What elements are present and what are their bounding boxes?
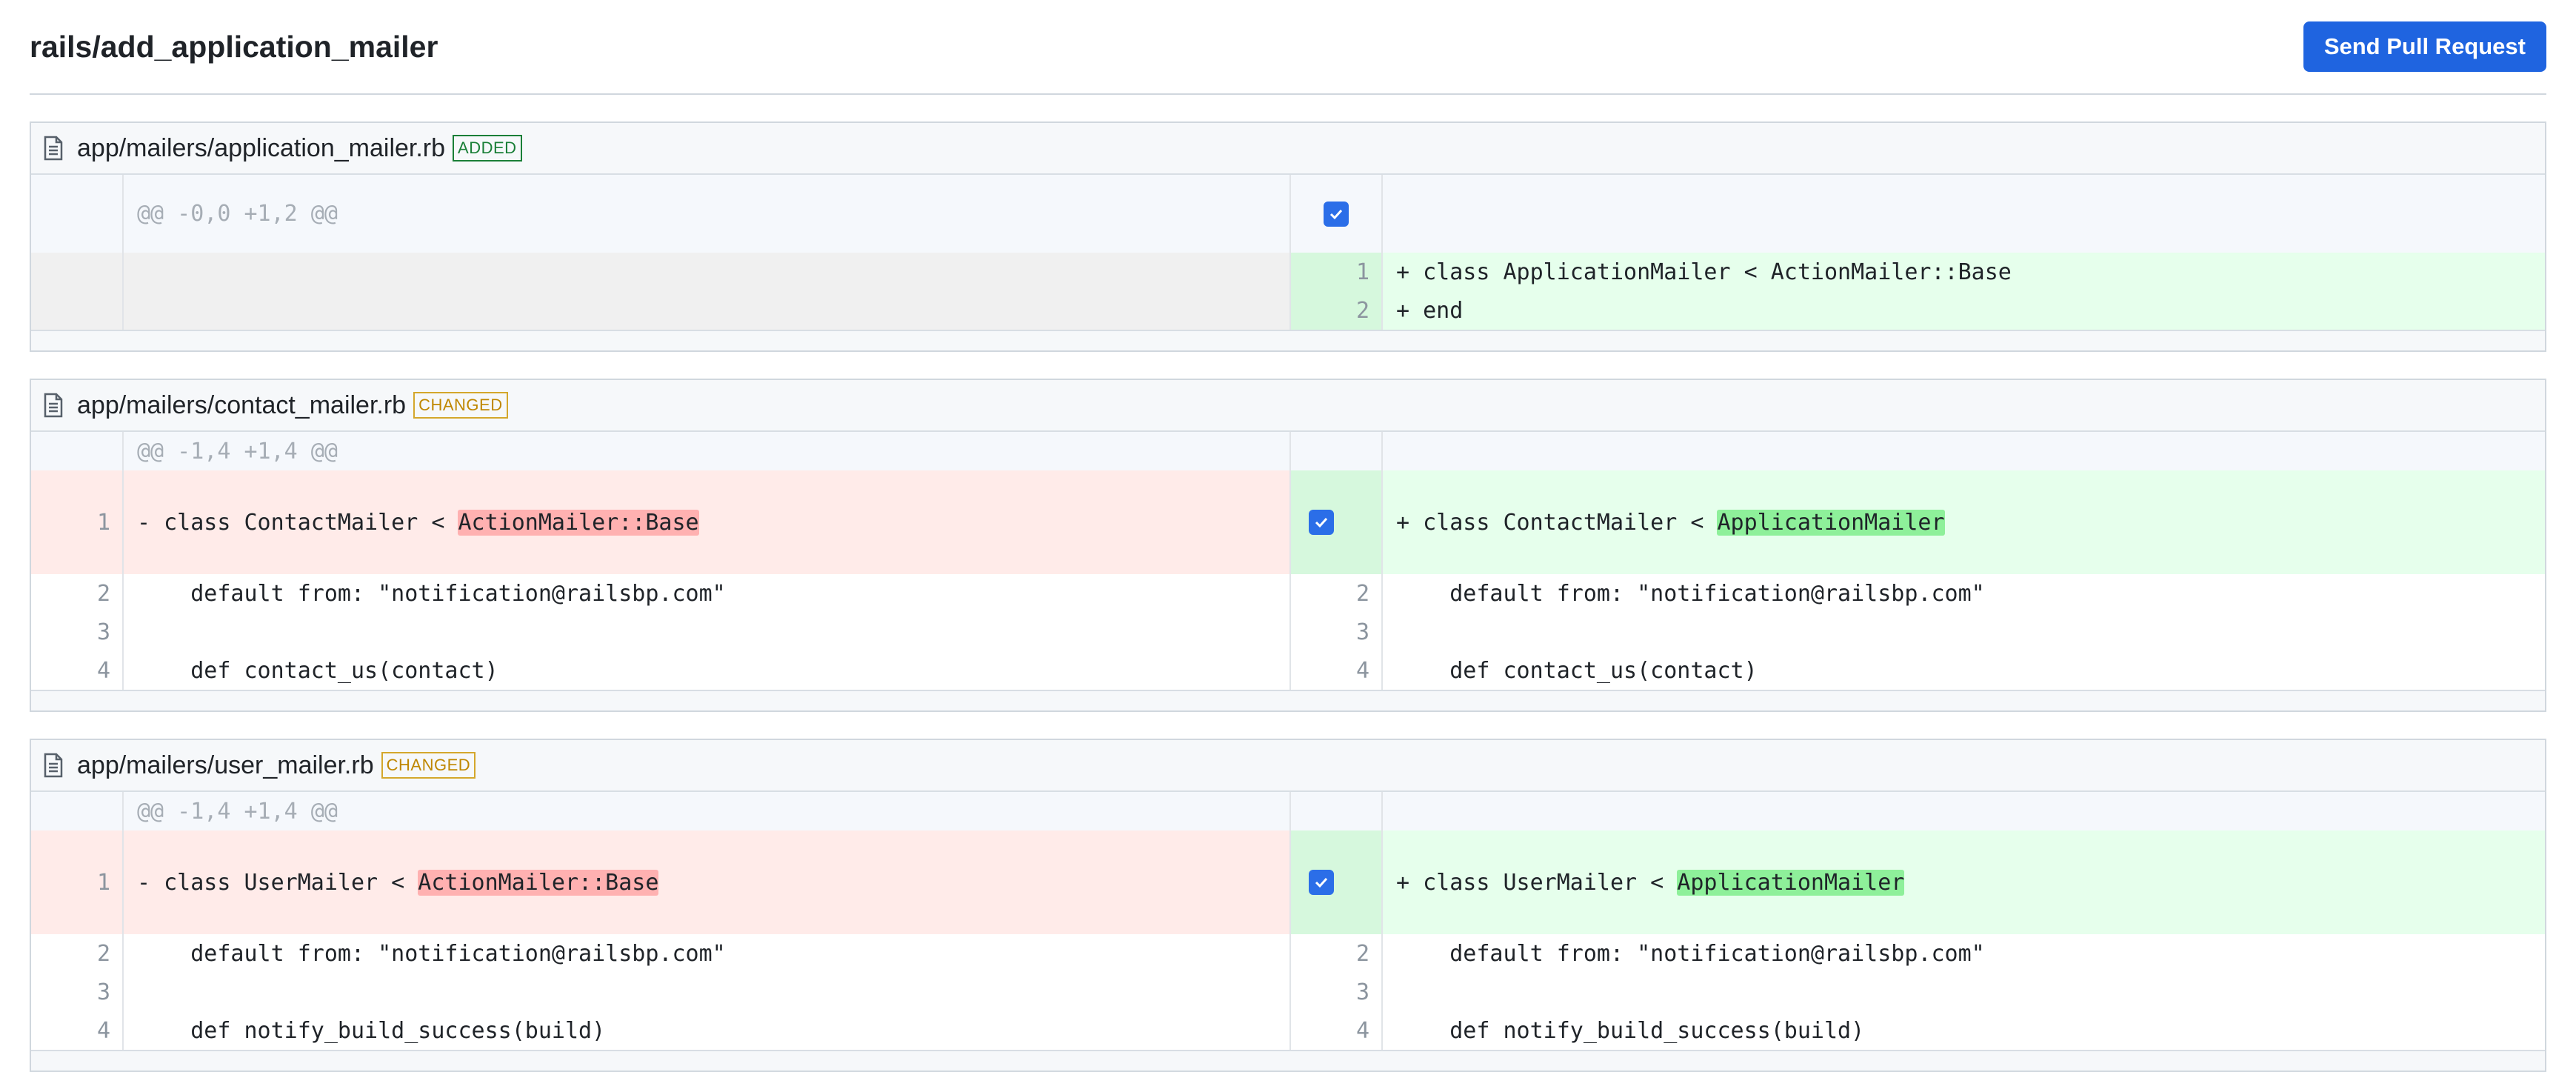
deleted-highlight: ActionMailer::Base (458, 509, 699, 536)
left-line-number: 3 (31, 973, 124, 1011)
left-code (123, 253, 1291, 291)
file-path[interactable]: app/mailers/application_mailer.rb (77, 134, 445, 163)
diff-row: 1 - class UserMailer < ActionMailer::Bas… (31, 830, 2545, 934)
right-code: + end (1382, 291, 2545, 330)
diff-row: 2 default from: "notification@railsbp.co… (31, 574, 2545, 613)
diff-row: 4 def notify_build_success(build) 4 def … (31, 1011, 2545, 1050)
left-code: default from: "notification@railsbp.com" (123, 934, 1291, 973)
left-code-prefix: - class ContactMailer < (137, 509, 458, 536)
hunk-header-row: @@ -1,4 +1,4 @@ (31, 432, 2545, 470)
hunk-header: @@ -1,4 +1,4 @@ (123, 792, 1291, 830)
right-code: + class ContactMailer < ApplicationMaile… (1382, 470, 2545, 574)
left-line-number (31, 291, 124, 330)
diff-table: @@ -1,4 +1,4 @@ 1 - class UserMailer < A… (31, 792, 2545, 1050)
file-footer (31, 690, 2545, 710)
left-line-number: 1 (31, 830, 124, 934)
file-diff: app/mailers/user_mailer.rb CHANGED @@ -1… (30, 739, 2546, 1072)
checkbox-checked-icon[interactable] (1309, 870, 1334, 895)
hunk-header-row: @@ -0,0 +1,2 @@ (31, 175, 2545, 253)
right-line-number: 2 (1290, 574, 1383, 613)
diff-row: 2 default from: "notification@railsbp.co… (31, 934, 2545, 973)
hunk-header: @@ -0,0 +1,2 @@ (123, 175, 1291, 253)
right-code (1382, 973, 2545, 1011)
diff-row: 4 def contact_us(contact) 4 def contact_… (31, 651, 2545, 690)
file-text-icon (43, 393, 64, 418)
right-line-number: 2 (1290, 934, 1383, 973)
left-line-number: 4 (31, 1011, 124, 1050)
page-header: rails/add_application_mailer Send Pull R… (30, 0, 2546, 95)
left-code (123, 291, 1291, 330)
file-text-icon (43, 753, 64, 778)
file-path[interactable]: app/mailers/contact_mailer.rb (77, 391, 406, 420)
hunk-header: @@ -1,4 +1,4 @@ (123, 432, 1291, 470)
file-path[interactable]: app/mailers/user_mailer.rb (77, 751, 374, 780)
right-line-number: 3 (1290, 613, 1383, 651)
status-badge: CHANGED (413, 392, 508, 419)
checkbox-checked-icon[interactable] (1324, 201, 1349, 227)
added-highlight: ApplicationMailer (1717, 509, 1945, 536)
right-line-number: 4 (1290, 651, 1383, 690)
right-line-number: 2 (1290, 291, 1383, 330)
diff-table: @@ -0,0 +1,2 @@ 1 + class ApplicationMai… (31, 175, 2545, 330)
diff-row: 3 3 (31, 973, 2545, 1011)
right-code-prefix: + class ContactMailer < (1396, 509, 1718, 536)
page-title: rails/add_application_mailer (30, 29, 438, 64)
left-line-number: 4 (31, 651, 124, 690)
left-line-number: 2 (31, 574, 124, 613)
send-pull-request-button[interactable]: Send Pull Request (2303, 21, 2546, 72)
left-code: - class UserMailer < ActionMailer::Base (123, 830, 1291, 934)
right-code: default from: "notification@railsbp.com" (1396, 580, 1985, 607)
diff-row: 3 3 (31, 613, 2545, 651)
right-line-number: 3 (1290, 973, 1383, 1011)
checkbox-checked-icon[interactable] (1309, 510, 1334, 535)
status-badge: CHANGED (381, 752, 476, 779)
right-line-number: 1 (1290, 253, 1383, 291)
file-header: app/mailers/contact_mailer.rb CHANGED (31, 380, 2545, 432)
right-code: + class ApplicationMailer < ActionMailer… (1382, 253, 2545, 291)
file-footer (31, 1050, 2545, 1071)
left-code: default from: "notification@railsbp.com" (123, 574, 1291, 613)
file-footer (31, 330, 2545, 350)
left-line-number (31, 253, 124, 291)
left-code-prefix: - class UserMailer < (137, 869, 418, 896)
right-code: def contact_us(contact) (1396, 657, 1758, 684)
diff-review-page: rails/add_application_mailer Send Pull R… (0, 0, 2576, 1072)
added-highlight: ApplicationMailer (1677, 869, 1905, 896)
hunk-header-row: @@ -1,4 +1,4 @@ (31, 792, 2545, 830)
right-code: + class UserMailer < ApplicationMailer (1382, 830, 2545, 934)
right-code: def notify_build_success(build) (1396, 1017, 1865, 1044)
diff-row: 2 + end (31, 291, 2545, 330)
file-header: app/mailers/user_mailer.rb CHANGED (31, 740, 2545, 792)
diff-row: 1 + class ApplicationMailer < ActionMail… (31, 253, 2545, 291)
left-line-number: 1 (31, 470, 124, 574)
file-diff: app/mailers/application_mailer.rb ADDED … (30, 121, 2546, 352)
left-code: def notify_build_success(build) (123, 1011, 1291, 1050)
file-text-icon (43, 136, 64, 161)
right-line-number: 4 (1290, 1011, 1383, 1050)
left-code: - class ContactMailer < ActionMailer::Ba… (123, 470, 1291, 574)
left-line-number: 2 (31, 934, 124, 973)
status-badge: ADDED (453, 135, 522, 162)
diff-table: @@ -1,4 +1,4 @@ 1 - class ContactMailer … (31, 432, 2545, 690)
left-code (123, 973, 1291, 1011)
file-diff: app/mailers/contact_mailer.rb CHANGED @@… (30, 379, 2546, 712)
deleted-highlight: ActionMailer::Base (418, 869, 659, 896)
left-code (123, 613, 1291, 651)
right-code (1382, 613, 2545, 651)
right-code-prefix: + class UserMailer < (1396, 869, 1678, 896)
file-header: app/mailers/application_mailer.rb ADDED (31, 123, 2545, 175)
right-code: default from: "notification@railsbp.com" (1396, 940, 1985, 967)
left-code: def contact_us(contact) (123, 651, 1291, 690)
diff-row: 1 - class ContactMailer < ActionMailer::… (31, 470, 2545, 574)
left-line-number: 3 (31, 613, 124, 651)
